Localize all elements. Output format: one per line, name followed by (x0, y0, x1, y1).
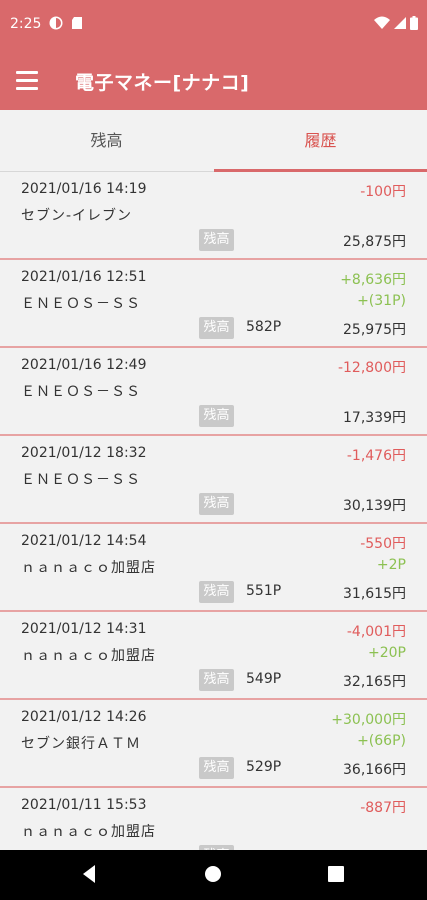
transaction-points: +(31P) (357, 293, 406, 309)
transaction-store: ＥＮＥＯＳ－ＳＳ (21, 296, 141, 312)
tab-bar: 残高 履歴 (0, 110, 427, 172)
transaction-amount: -100円 (360, 184, 406, 200)
status-time: 2:25 (10, 16, 42, 32)
transaction-amount: -4,001円 (346, 624, 406, 640)
transaction-row[interactable]: 2021/01/16 12:51 ＥＮＥＯＳ－ＳＳ +8,636円 +(31P)… (0, 260, 427, 348)
transaction-amount: -887円 (360, 800, 406, 816)
transaction-amount: -1,476円 (346, 448, 406, 464)
transaction-store: ＥＮＥＯＳ－ＳＳ (21, 384, 141, 400)
transaction-datetime: 2021/01/16 12:51 (21, 269, 147, 285)
notification-icon (49, 16, 63, 30)
navigation-bar (0, 850, 427, 900)
transaction-datetime: 2021/01/12 14:31 (21, 621, 147, 637)
transaction-balance: 30,139円 (343, 498, 406, 514)
transaction-balance: 32,165円 (343, 674, 406, 690)
transaction-amount: +8,636円 (340, 272, 406, 288)
transaction-row[interactable]: 2021/01/16 14:19 セブン-イレブン -100円 残高 25,87… (0, 172, 427, 260)
transaction-datetime: 2021/01/11 15:53 (21, 797, 147, 813)
balance-badge: 残高 (199, 229, 234, 251)
transaction-points: +(66P) (357, 733, 406, 749)
transaction-row[interactable]: 2021/01/12 14:26 セブン銀行ＡＴＭ +30,000円 +(66P… (0, 700, 427, 788)
tab-history[interactable]: 履歴 (214, 110, 427, 172)
transaction-list[interactable]: 2021/01/16 14:19 セブン-イレブン -100円 残高 25,87… (0, 172, 427, 850)
bonus-points: 529P (246, 759, 282, 775)
balance-badge: 残高 (199, 493, 234, 515)
transaction-points: +2P (376, 557, 406, 573)
transaction-store: セブン銀行ＡＴＭ (21, 736, 141, 752)
transaction-balance: 31,615円 (343, 586, 406, 602)
balance-badge: 残高 (199, 581, 234, 603)
transaction-balance: 25,975円 (343, 322, 406, 338)
balance-badge: 残高 (199, 757, 234, 779)
recent-apps-icon[interactable] (327, 864, 345, 884)
transaction-datetime: 2021/01/12 14:54 (21, 533, 147, 549)
transaction-row[interactable]: 2021/01/12 14:54 ｎａｎａｃｏ加盟店 -550円 +2P 残高 … (0, 524, 427, 612)
transaction-row[interactable]: 2021/01/12 18:32 ＥＮＥＯＳ－ＳＳ -1,476円 残高 30,… (0, 436, 427, 524)
bonus-points: 551P (246, 583, 282, 599)
transaction-store: セブン-イレブン (21, 208, 133, 224)
transaction-balance: 25,875円 (343, 234, 406, 250)
transaction-row[interactable]: 2021/01/16 12:49 ＥＮＥＯＳ－ＳＳ -12,800円 残高 17… (0, 348, 427, 436)
status-bar: 2:25 (0, 0, 427, 52)
app-bar: 電子マネー[ナナコ] (0, 52, 427, 110)
transaction-store: ｎａｎａｃｏ加盟店 (21, 824, 156, 840)
bonus-points: 582P (246, 319, 282, 335)
transaction-datetime: 2021/01/16 14:19 (21, 181, 147, 197)
transaction-row[interactable]: 2021/01/12 14:31 ｎａｎａｃｏ加盟店 -4,001円 +20P … (0, 612, 427, 700)
transaction-store: ｎａｎａｃｏ加盟店 (21, 648, 156, 664)
tab-history-label: 履歴 (304, 131, 337, 150)
transaction-points: +20P (368, 645, 406, 661)
sd-card-icon (72, 17, 82, 29)
tab-balance[interactable]: 残高 (0, 110, 213, 171)
transaction-amount: +30,000円 (331, 712, 406, 728)
home-icon[interactable] (203, 864, 223, 884)
transaction-store: ＥＮＥＯＳ－ＳＳ (21, 472, 141, 488)
transaction-datetime: 2021/01/12 14:26 (21, 709, 147, 725)
transaction-datetime: 2021/01/16 12:49 (21, 357, 147, 373)
transaction-balance: 17,339円 (343, 410, 406, 426)
bonus-points: 549P (246, 671, 282, 687)
balance-badge: 残高 (199, 317, 234, 339)
battery-icon (410, 16, 418, 30)
transaction-amount: -550円 (360, 536, 406, 552)
menu-icon[interactable] (16, 71, 38, 91)
balance-badge: 残高 (199, 669, 234, 691)
transaction-amount: -12,800円 (337, 360, 406, 376)
transaction-row[interactable]: 2021/01/11 15:53 ｎａｎａｃｏ加盟店 -887円 残高 (0, 788, 427, 850)
wifi-icon (374, 16, 390, 29)
balance-badge: 残高 (199, 405, 234, 427)
back-icon[interactable] (81, 864, 97, 884)
transaction-balance: 36,166円 (343, 762, 406, 778)
transaction-datetime: 2021/01/12 18:32 (21, 445, 147, 461)
app-title: 電子マネー[ナナコ] (75, 72, 250, 94)
transaction-store: ｎａｎａｃｏ加盟店 (21, 560, 156, 576)
signal-icon (394, 17, 406, 29)
